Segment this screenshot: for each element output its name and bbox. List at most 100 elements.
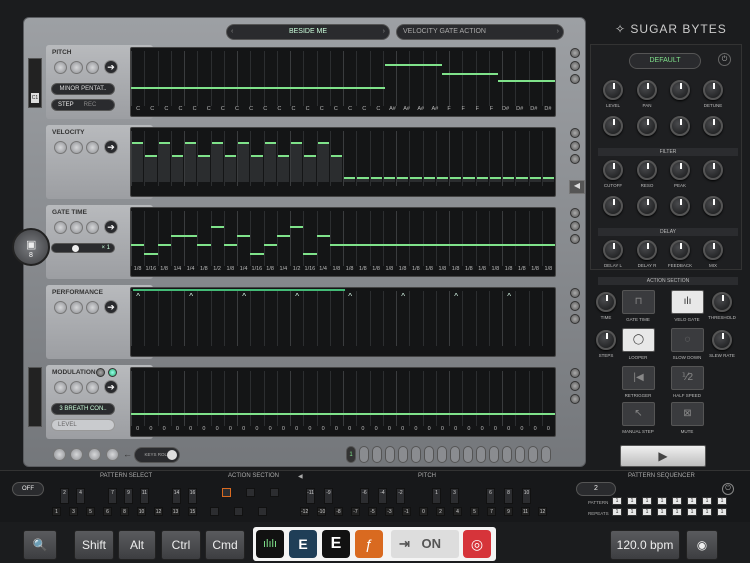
action-button-1[interactable]: ⊓ [622,290,655,314]
performance-shift-arrow-icon[interactable]: ➔ [104,300,118,314]
save-button[interactable]: ▣ 8 [12,228,50,266]
filter-knob-1[interactable] [603,160,623,180]
pitch-step-value[interactable] [399,63,414,66]
alt-button[interactable]: Alt [118,530,156,560]
page-button[interactable] [398,446,408,463]
search-button[interactable]: 🔍 [23,530,57,560]
modulation-shift-arrow-icon[interactable]: ➔ [104,380,118,394]
page-button[interactable] [502,446,512,463]
pattern-select-key[interactable]: 2 [60,488,69,504]
back-arrow-icon[interactable]: ← [123,449,132,459]
velocity-bar[interactable] [238,142,250,182]
gate-step-value[interactable] [263,244,277,247]
row-side-button[interactable] [570,394,580,404]
time-knob[interactable] [596,292,616,312]
velocity-bar[interactable] [476,177,488,182]
off-button[interactable]: OFF [12,482,44,496]
page-button[interactable] [385,446,395,463]
pitch-step-value[interactable] [385,63,400,66]
action-button-6[interactable]: ⅟2 [671,366,704,390]
performance-mark[interactable]: ^ [295,292,299,301]
pattern-seq-cell[interactable]: 1 [702,497,712,505]
prev-page-button[interactable] [53,448,66,461]
modulation-step-value[interactable] [157,413,171,416]
row-side-button[interactable] [570,368,580,378]
gate-step-value[interactable] [197,244,211,247]
velocity-bar[interactable] [132,142,144,182]
modulation-step-value[interactable] [144,413,158,416]
velocity-bar[interactable] [211,142,223,182]
record-app-icon[interactable]: ◎ [463,530,491,558]
pitch-key[interactable]: 10 [522,488,531,504]
action-button-4[interactable]: ◌ [671,328,704,352]
copy-button[interactable] [88,448,101,461]
modulation-step-value[interactable] [210,413,224,416]
ctrl-button[interactable]: Ctrl [161,530,201,560]
pitch-key[interactable]: -4 [378,488,387,504]
pattern-seq-cell[interactable]: 1 [717,497,727,505]
gate-shift-arrow-icon[interactable]: ➔ [104,220,118,234]
gate-step-value[interactable] [356,244,370,247]
filter-knob-3[interactable] [670,160,690,180]
velocity-bar[interactable] [542,177,554,182]
pattern-select-key[interactable]: 9 [124,488,133,504]
pitch-key[interactable]: -2 [396,488,405,504]
modulation-step-value[interactable] [396,413,410,416]
steps-knob[interactable] [596,330,616,350]
gate-step-value[interactable] [237,235,251,237]
pitch-key[interactable]: -1 [402,507,411,516]
page-button[interactable] [450,446,460,463]
synth-preset-field[interactable]: DEFAULT [629,53,701,69]
modulation-target-select[interactable]: LEVEL [51,419,115,431]
velocity-bar[interactable] [436,177,448,182]
prev-preset-icon[interactable]: ‹ [231,25,233,39]
pitch-next-button[interactable] [70,61,83,74]
modulation-step-value[interactable] [356,413,370,416]
gate-step-value[interactable] [250,253,264,256]
pattern-seq-cell[interactable]: 1 [717,508,727,516]
pattern-seq-cell[interactable]: 1 [627,497,637,505]
pitch-key[interactable]: -10 [317,507,326,516]
velocity-bar[interactable] [529,177,541,182]
pattern-select-key[interactable]: 6 [103,507,112,516]
pitch-step-value[interactable] [215,86,230,89]
pitch-step-value[interactable] [512,79,527,82]
synth-mod-knob-1[interactable] [603,116,623,136]
pitch-step-value[interactable] [244,86,259,89]
pitch-step-value[interactable] [413,63,428,66]
action-key[interactable] [270,488,279,497]
modulation-step-value[interactable] [329,413,343,416]
pitch-key[interactable]: 0 [419,507,428,516]
row-side-button[interactable] [570,381,580,391]
row-side-button[interactable] [570,141,580,151]
velocity-bar[interactable] [264,142,276,182]
gate-step-value[interactable] [316,235,330,237]
pitch-step-value[interactable] [328,86,343,89]
gate-step-value[interactable] [462,244,476,247]
gate-step-value[interactable] [369,244,383,247]
delay-knob-1[interactable] [603,240,623,260]
modulation-step-value[interactable] [250,413,264,416]
page-button[interactable] [424,446,434,463]
gate-step-value[interactable] [515,244,529,247]
velocity-bar[interactable] [423,177,435,182]
modulation-step-value[interactable] [223,413,237,416]
threshold-knob[interactable] [712,292,732,312]
scale-select[interactable]: MINOR PENTAT.. [51,83,115,95]
pitch-step-value[interactable] [540,79,555,82]
next-page-button[interactable] [70,448,83,461]
page-button[interactable] [541,446,551,463]
shift-button[interactable]: Shift [74,530,114,560]
performance-prev-button[interactable] [54,301,67,314]
page-button[interactable]: 1 [346,446,356,463]
gate-step-value[interactable] [184,235,198,237]
pattern-seq-cell[interactable]: 1 [687,508,697,516]
synth-mod-knob-3[interactable] [670,116,690,136]
action-button-2[interactable]: ılı [671,290,704,314]
pattern-seq-count[interactable]: 2 [576,482,616,496]
performance-mark[interactable]: ^ [454,292,458,301]
modulation-prev-button[interactable] [54,381,67,394]
cmd-button[interactable]: Cmd [205,530,245,560]
velocity-bar[interactable] [463,177,475,182]
action-button-3[interactable]: ◯ [622,328,655,352]
